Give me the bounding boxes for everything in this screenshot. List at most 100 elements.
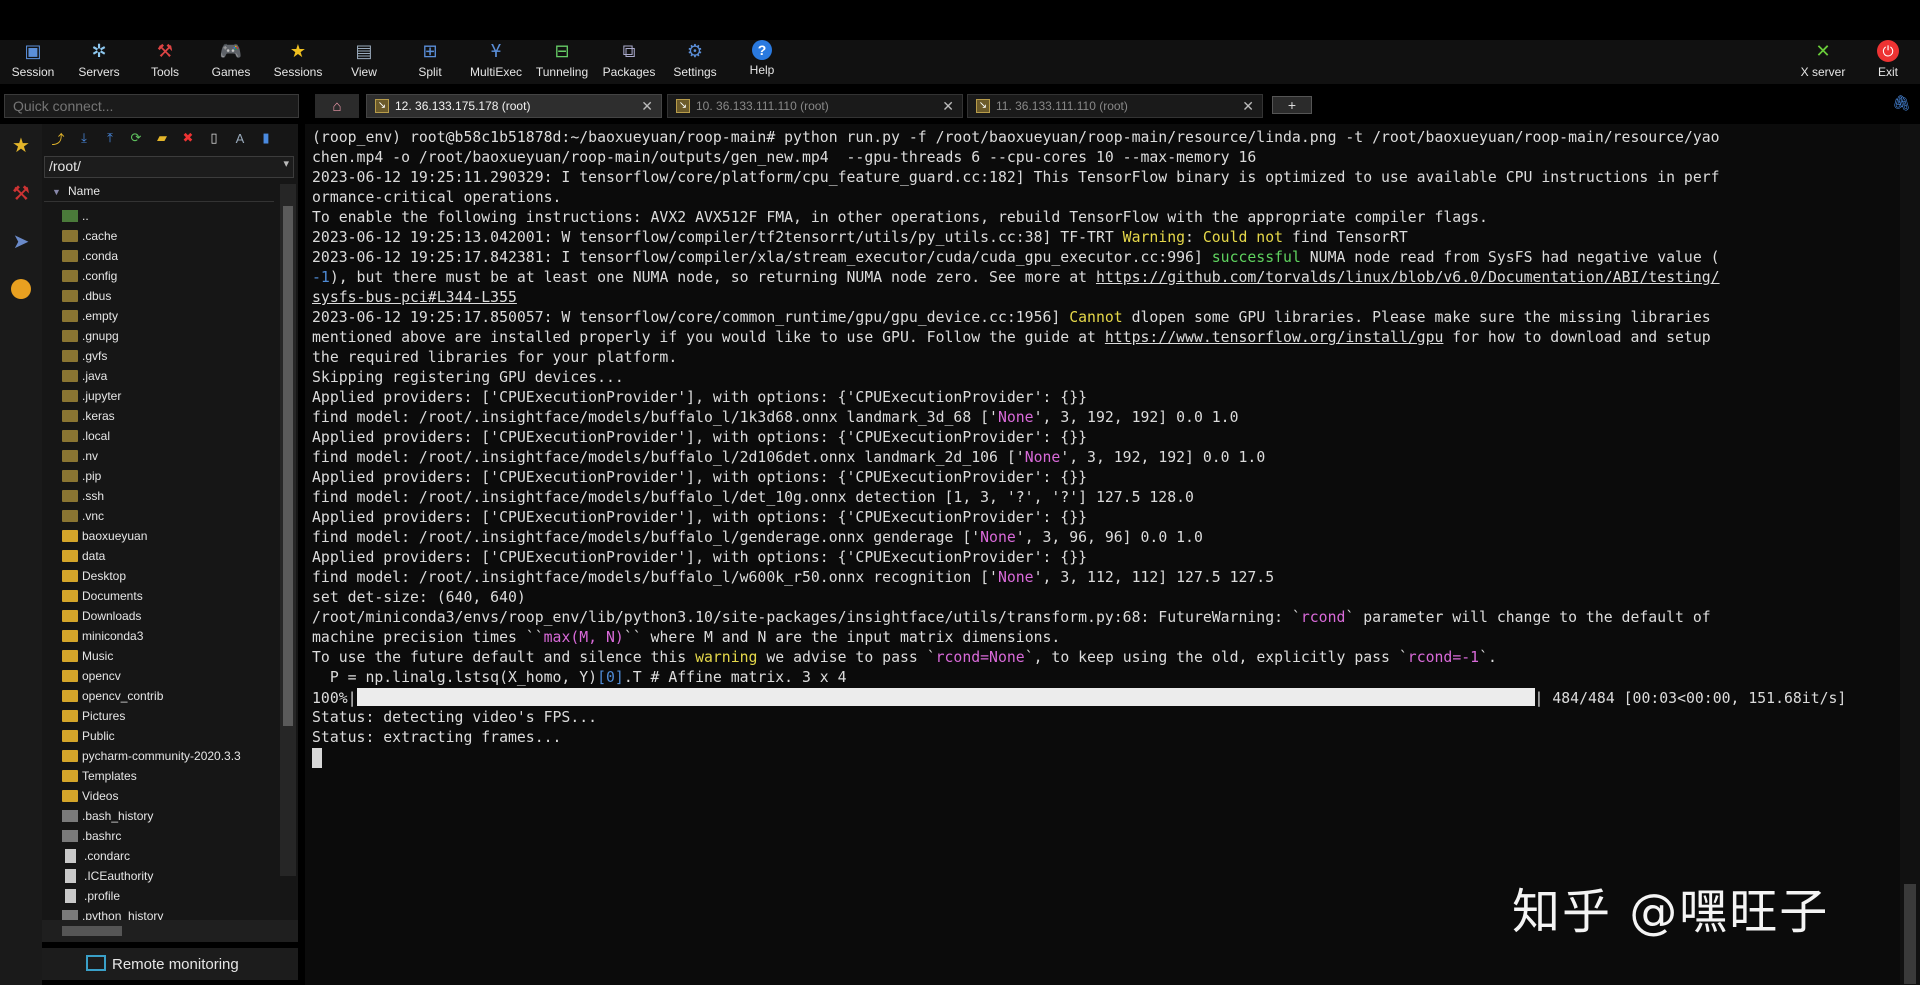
file-row[interactable]: .bashrc: [62, 826, 272, 846]
close-icon[interactable]: ✕: [1242, 98, 1254, 115]
file-row[interactable]: .cache: [62, 226, 272, 246]
tab-session-11[interactable]: ↘ 11. 36.133.111.110 (root) ✕: [967, 94, 1263, 118]
file-row[interactable]: opencv_contrib: [62, 686, 272, 706]
terminal-line: chen.mp4 -o /root/baoxueyuan/roop-main/o…: [312, 149, 1257, 166]
file-row[interactable]: .nv: [62, 446, 272, 466]
file-row[interactable]: .vnc: [62, 506, 272, 526]
file-row[interactable]: .condarc: [62, 846, 272, 866]
progress-line: 100%| | 484/484 [00:03<00:00, 151.68it/s]: [312, 688, 1847, 707]
file-row[interactable]: Music: [62, 646, 272, 666]
tools-button[interactable]: ⚒ Tools: [132, 40, 198, 84]
split-button[interactable]: ⊞ Split: [397, 40, 463, 84]
sftp-icon[interactable]: [4, 272, 38, 306]
terminal-icon: ↘: [676, 99, 690, 113]
new-folder-icon[interactable]: ▰: [150, 127, 174, 149]
close-icon[interactable]: ✕: [942, 98, 954, 115]
text-icon[interactable]: A: [228, 127, 252, 149]
xserver-button[interactable]: ✕ X server: [1790, 40, 1856, 84]
sessions-button[interactable]: ★ Sessions: [265, 40, 331, 84]
file-row[interactable]: .keras: [62, 406, 272, 426]
help-button[interactable]: ? Help: [729, 40, 795, 84]
file-row[interactable]: Pictures: [62, 706, 272, 726]
file-row[interactable]: .dbus: [62, 286, 272, 306]
file-row[interactable]: .gvfs: [62, 346, 272, 366]
file-row[interactable]: baoxueyuan: [62, 526, 272, 546]
file-row[interactable]: .java: [62, 366, 272, 386]
servers-button[interactable]: ✲ Servers: [66, 40, 132, 84]
home-tab[interactable]: ⌂: [315, 94, 359, 118]
remote-monitoring-button[interactable]: Remote monitoring: [42, 948, 298, 980]
file-row[interactable]: .bash_history: [62, 806, 272, 826]
file-row[interactable]: opencv: [62, 666, 272, 686]
games-icon: 🎮: [219, 41, 243, 61]
file-row[interactable]: ..: [62, 206, 272, 226]
send-icon[interactable]: ➤: [4, 224, 38, 258]
file-row[interactable]: Templates: [62, 766, 272, 786]
file-icon: [62, 810, 78, 822]
terminal-scrollbar[interactable]: [1900, 124, 1920, 985]
file-row[interactable]: .ssh: [62, 486, 272, 506]
tab-session-12[interactable]: ↘ 12. 36.133.175.178 (root) ✕: [366, 94, 662, 118]
folder-up-icon[interactable]: ⤴: [46, 127, 70, 149]
terminal-line: sysfs-bus-pci#L344-L355: [312, 289, 517, 306]
file-row[interactable]: .gnupg: [62, 326, 272, 346]
download-icon[interactable]: ⤓: [72, 127, 96, 149]
file-row[interactable]: Documents: [62, 586, 272, 606]
folder-icon: [62, 330, 78, 342]
file-list-scrollbar[interactable]: [280, 184, 296, 876]
sessions-star-icon[interactable]: ★: [4, 128, 38, 162]
tab-label: 12. 36.133.175.178 (root): [395, 99, 531, 113]
folder-icon: [62, 390, 78, 402]
file-row[interactable]: data: [62, 546, 272, 566]
follow-terminal-icon[interactable]: ▮: [254, 127, 278, 149]
file-name: opencv_contrib: [82, 689, 164, 703]
terminal-output[interactable]: (roop_env) root@b58c1b51878d:~/baoxueyua…: [305, 124, 1900, 985]
multiexec-button[interactable]: Ұ MultiExec: [463, 40, 529, 84]
file-row[interactable]: .empty: [62, 306, 272, 326]
file-icon: [62, 830, 78, 842]
file-row[interactable]: .conda: [62, 246, 272, 266]
view-button[interactable]: ▤ View: [331, 40, 397, 84]
file-name: Downloads: [82, 609, 142, 623]
servers-icon: ✲: [91, 41, 107, 61]
file-row[interactable]: Downloads: [62, 606, 272, 626]
file-row[interactable]: Desktop: [62, 566, 272, 586]
chevron-down-icon[interactable]: ▾: [283, 157, 289, 170]
file-row[interactable]: miniconda3: [62, 626, 272, 646]
folder-icon: [62, 450, 78, 462]
file-row[interactable]: pycharm-community-2020.3.3: [62, 746, 272, 766]
terminal-line: find model: /root/.insightface/models/bu…: [312, 449, 1266, 466]
file-row[interactable]: .config: [62, 266, 272, 286]
close-icon[interactable]: ✕: [641, 98, 653, 115]
new-file-icon[interactable]: ▯: [202, 127, 226, 149]
packages-button[interactable]: ⧉ Packages: [596, 40, 662, 84]
file-row[interactable]: Videos: [62, 786, 272, 806]
file-row[interactable]: .jupyter: [62, 386, 272, 406]
refresh-icon[interactable]: ⟳: [124, 127, 148, 149]
session-button[interactable]: ▣ Session: [0, 40, 66, 84]
file-row[interactable]: Public: [62, 726, 272, 746]
tools-icon[interactable]: ⚒: [4, 176, 38, 210]
folder-icon: [62, 750, 78, 762]
upload-icon[interactable]: ⤒: [98, 127, 122, 149]
terminal-line: /root/miniconda3/envs/roop_env/lib/pytho…: [312, 609, 1711, 626]
file-row[interactable]: .profile: [62, 886, 272, 906]
terminal-line: 2023-06-12 19:25:17.842381: I tensorflow…: [312, 249, 1720, 266]
file-icon: [65, 849, 76, 863]
attachment-icon[interactable]: 🖇: [1892, 94, 1911, 112]
new-tab-button[interactable]: +: [1272, 96, 1312, 114]
games-button[interactable]: 🎮 Games: [198, 40, 264, 84]
exit-button[interactable]: ⏻ Exit: [1855, 40, 1920, 84]
file-row[interactable]: .ICEauthority: [62, 866, 272, 886]
monitor-icon: [86, 955, 106, 971]
quick-connect-input[interactable]: [4, 94, 299, 118]
path-input[interactable]: /root/ ▾: [44, 156, 294, 178]
tunneling-button[interactable]: ⊟ Tunneling: [529, 40, 595, 84]
delete-icon[interactable]: ✖: [176, 127, 200, 149]
file-row[interactable]: .local: [62, 426, 272, 446]
settings-button[interactable]: ⚙ Settings: [662, 40, 728, 84]
file-list-hscrollbar[interactable]: [42, 920, 298, 942]
file-row[interactable]: .pip: [62, 466, 272, 486]
name-column-header[interactable]: ▼ Name: [44, 184, 274, 202]
tab-session-10[interactable]: ↘ 10. 36.133.111.110 (root) ✕: [667, 94, 963, 118]
